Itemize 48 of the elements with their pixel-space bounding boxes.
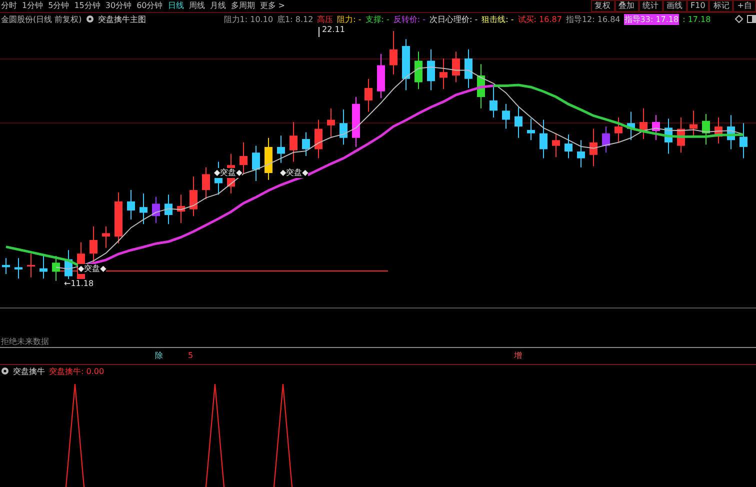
indicator-value: 突盘擒牛: 0.00 xyxy=(49,366,104,376)
period-tab[interactable]: 更多 > xyxy=(260,1,285,11)
price-label: ←11.18 xyxy=(64,279,94,289)
indicator-value: 高压 xyxy=(317,14,334,24)
period-tab[interactable]: 30分钟 xyxy=(105,1,132,11)
price-label: 22.11 xyxy=(322,25,345,35)
indicator-value: 指导33: 17.18 xyxy=(624,14,679,24)
indicator-value: 阻力1: 10.10 xyxy=(224,14,274,24)
period-tab[interactable]: 周线 xyxy=(188,1,205,11)
indicator-value: 次日心理价: - xyxy=(430,14,478,24)
chart-note: 拒绝未来数据 xyxy=(1,336,49,347)
indicator-name: 突盘擒牛主图 xyxy=(98,14,146,24)
indicator-value: 底1: 8.12 xyxy=(277,14,314,24)
indicator-name: 突盘擒牛 xyxy=(13,366,45,376)
period-tab[interactable]: 月线 xyxy=(210,1,226,11)
diamond-icon[interactable] xyxy=(735,15,743,23)
period-tab[interactable]: 1分钟 xyxy=(22,1,44,11)
period-tab[interactable]: 15分钟 xyxy=(74,1,100,11)
toolbar-button[interactable]: +自 xyxy=(733,0,756,12)
axis-marker: 除 xyxy=(155,351,163,361)
axis-marker: 5 xyxy=(188,351,194,361)
leader-line xyxy=(318,26,320,38)
price-label: ◆突盘◆ xyxy=(78,264,106,274)
toolbar-button[interactable]: 标记 xyxy=(709,0,734,12)
period-tab[interactable]: 日线 xyxy=(168,1,184,11)
settings-icon[interactable] xyxy=(1,367,9,375)
period-tab[interactable]: 5分钟 xyxy=(48,1,70,11)
toolbar-button[interactable]: F10 xyxy=(686,0,710,12)
toolbar-button[interactable]: 复权 xyxy=(590,0,615,12)
indicator-value: 支撑: - xyxy=(365,14,390,24)
axis-marker: 增 xyxy=(514,351,522,361)
indicator-value: 试买: 16.87 xyxy=(518,14,562,24)
indicator-value: 狙击线: - xyxy=(482,14,514,24)
price-label: ◆突盘◆ xyxy=(214,168,242,178)
indicator-value: 反转价: - xyxy=(393,14,426,24)
toolbar-button[interactable]: 统计 xyxy=(638,0,663,12)
period-tab[interactable]: 60分钟 xyxy=(136,1,163,11)
price-label: ◆突盘◆ xyxy=(280,168,308,178)
indicator-value: 指导12: 16.84 xyxy=(566,14,620,24)
toolbar-button[interactable]: 画线 xyxy=(662,0,687,12)
period-tab[interactable]: 多周期 xyxy=(230,1,255,11)
indicator-value: : 17.18 xyxy=(682,14,711,24)
window-icon[interactable] xyxy=(747,15,756,23)
indicator-value: 阻力: - xyxy=(337,14,362,24)
period-tab[interactable]: 分时 xyxy=(1,1,17,11)
settings-icon[interactable] xyxy=(86,15,94,23)
toolbar-button[interactable]: 叠加 xyxy=(614,0,639,12)
chart-title: 金圆股份(日线 前复权) xyxy=(1,14,82,24)
